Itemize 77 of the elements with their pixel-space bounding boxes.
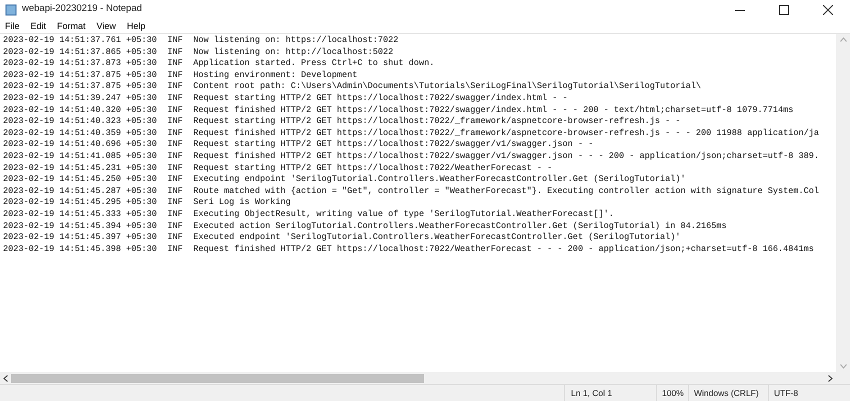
scroll-left-icon[interactable] [3,374,8,382]
log-level: INF [167,232,183,244]
scrollbar-thumb[interactable] [11,374,424,382]
menu-item[interactable]: File [5,22,20,30]
log-level: INF [167,139,183,151]
log-level: INF [167,220,183,232]
log-timestamp: 2023-02-19 14:51:45.397 +05:30 [3,232,157,244]
menu-item[interactable]: Help [126,22,146,30]
log-level: INF [167,162,183,174]
log-message: Executing ObjectResult, writing value of type 'SerilogTutorial.WeatherForecast[]'. [193,208,614,220]
log-message: Content root path: C:\Users\Admin\Documents\Tutorials\SeriLogFinal\SerilogTutorial\SerilogTutorial\ [193,81,702,93]
line-ending: Windows (CRLF) [688,385,768,401]
log-message: Request finished HTTP/2 GET https://localhost:7022/_framework/aspnetcore-browser-refresh.js - - - 200 11988 application/ja [193,128,819,140]
log-level: INF [167,58,183,70]
log-level: INF [167,104,183,116]
scroll-down-icon[interactable] [840,364,846,369]
log-level: INF [167,208,183,220]
log-message: Request starting HTTP/2 GET https://localhost:7022/_framework/aspnetcore-browser-refresh.js - - [193,116,681,128]
log-timestamp: 2023-02-19 14:51:37.875 +05:30 [3,70,157,82]
log-level: INF [167,244,183,256]
notepad-icon [5,4,17,16]
log-timestamp: 2023-02-19 14:51:40.359 +05:30 [3,128,157,140]
log-timestamp: 2023-02-19 14:51:45.295 +05:30 [3,197,157,209]
log-level: INF [167,186,183,198]
log-timestamp: 2023-02-19 14:51:45.231 +05:30 [3,162,157,174]
maximize-icon [779,4,789,14]
vertical-scrollbar[interactable] [836,34,850,372]
log-message: Executed action SerilogTutorial.Controllers.WeatherForecastController.Get (SerilogTutorial) in 84.2165ms [193,220,727,232]
log-message: Request finished HTTP/2 GET https://localhost:7022/WeatherForecast - - - 200 - application/json;+charset=utf-8 166.4841ms [193,244,814,256]
scroll-up-icon[interactable] [840,37,846,42]
log-level: INF [167,197,183,209]
log-timestamp: 2023-02-19 14:51:37.873 +05:30 [3,58,157,70]
close-icon [823,4,833,14]
log-timestamp: 2023-02-19 14:51:45.287 +05:30 [3,186,157,198]
log-level: INF [167,128,183,140]
log-timestamp: 2023-02-19 14:51:45.398 +05:30 [3,244,157,256]
horizontal-scrollbar[interactable] [0,372,850,384]
log-message: Now listening on: https://localhost:7022 [193,35,398,47]
menu-item[interactable]: Format [57,22,86,30]
log-timestamp: 2023-02-19 14:51:40.320 +05:30 [3,104,157,116]
log-message: Route matched with {action = "Get", controller = "WeatherForecast"}. Executing controller action with signature System.Col [193,186,819,198]
log-message: Request starting HTTP/2 GET https://localhost:7022/WeatherForecast - - [193,162,552,174]
cursor-position: Ln 1, Col 1 [564,385,656,401]
log-message: Request finished HTTP/2 GET https://localhost:7022/swagger/v1/swagger.json - - - 200 - application/json;charset=utf-8 389. [193,150,819,163]
log-message: Request starting HTTP/2 GET https://localhost:7022/swagger/index.html - - [193,92,568,105]
log-message: Seri Log is Working [193,197,291,209]
log-timestamp: 2023-02-19 14:51:37.761 +05:30 [3,35,157,47]
log-message: Request finished HTTP/2 GET https://localhost:7022/swagger/index.html - - - 200 - text/html;charset=utf-8 1079.7714ms [193,104,794,116]
log-timestamp: 2023-02-19 14:51:45.394 +05:30 [3,220,157,232]
log-message: Application started. Press Ctrl+C to shut down. [193,58,434,70]
log-timestamp: 2023-02-19 14:51:45.250 +05:30 [3,174,157,186]
log-level: INF [167,35,183,47]
window-title: webapi-20230219 - Notepad [22,2,142,16]
log-level: INF [167,150,183,163]
log-message: Executing endpoint 'SerilogTutorial.Controllers.WeatherForecastController.Get (SerilogTutorial)' [193,174,686,186]
log-level: INF [167,116,183,128]
scroll-right-icon[interactable] [828,374,833,382]
log-timestamp: 2023-02-19 14:51:45.333 +05:30 [3,208,157,220]
log-timestamp: 2023-02-19 14:51:40.696 +05:30 [3,139,157,151]
log-level: INF [167,92,183,105]
zoom-level: 100% [656,385,688,401]
log-message: Request starting HTTP/2 GET https://localhost:7022/swagger/v1/swagger.json - - [193,139,594,151]
log-message: Executed endpoint 'SerilogTutorial.Controllers.WeatherForecastController.Get (SerilogTutorial)' [193,232,681,244]
log-timestamp: 2023-02-19 14:51:37.865 +05:30 [3,46,157,58]
log-level: INF [167,70,183,82]
log-timestamp: 2023-02-19 14:51:39.247 +05:30 [3,92,157,105]
encoding: UTF-8 [768,385,850,401]
log-timestamp: 2023-02-19 14:51:41.085 +05:30 [3,150,157,163]
log-level: INF [167,81,183,93]
menu-item[interactable]: Edit [30,22,46,30]
log-level: INF [167,174,183,186]
log-message: Now listening on: http://localhost:5022 [193,46,394,58]
log-message: Hosting environment: Development [193,70,358,82]
menu-item[interactable]: View [96,22,116,30]
log-level: INF [167,46,183,58]
log-timestamp: 2023-02-19 14:51:37.875 +05:30 [3,81,157,93]
log-timestamp: 2023-02-19 14:51:40.323 +05:30 [3,116,157,128]
